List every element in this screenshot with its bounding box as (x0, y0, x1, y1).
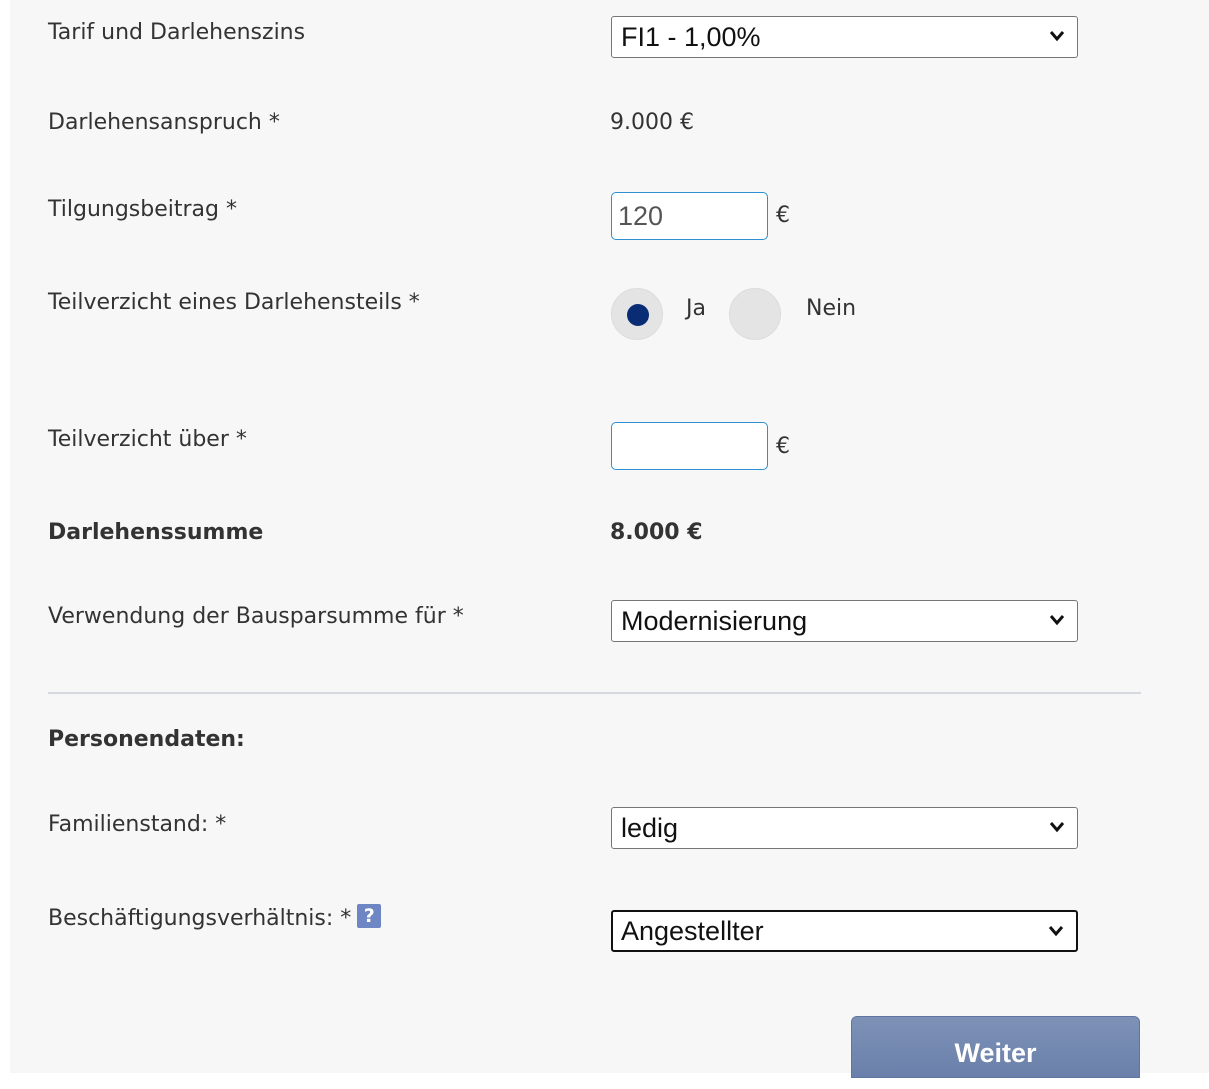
verwendung-label: Verwendung der Bausparsumme für * (48, 604, 464, 629)
teilverzicht-ueber-unit: € (776, 434, 790, 459)
weiter-button[interactable]: Weiter (851, 1016, 1140, 1078)
teilverzicht-nein-label[interactable]: Nein (806, 296, 856, 321)
tilgungsbeitrag-input[interactable]: 120 (611, 192, 768, 240)
tarif-select[interactable]: FI1 - 1,00% (611, 16, 1078, 58)
verwendung-select-value: Modernisierung (621, 606, 808, 636)
chevron-down-icon (1049, 822, 1065, 833)
familienstand-select[interactable]: ledig (611, 807, 1078, 849)
darlehenssumme-value: 8.000 € (610, 520, 703, 545)
personendaten-heading: Personendaten: (48, 727, 245, 752)
teilverzicht-ueber-label: Teilverzicht über * (48, 427, 247, 452)
beschaeftigung-label: Beschäftigungsverhältnis: * (48, 906, 352, 931)
teilverzicht-ueber-input[interactable] (611, 422, 768, 470)
darlehenssumme-label: Darlehenssumme (48, 520, 264, 545)
beschaeftigung-select[interactable]: Angestellter (611, 910, 1078, 952)
beschaeftigung-select-value: Angestellter (621, 916, 764, 946)
beschaeftigung-label-wrap: Beschäftigungsverhältnis: *? (48, 904, 382, 931)
teilverzicht-ja-radio[interactable] (611, 288, 663, 340)
chevron-down-icon (1048, 926, 1064, 937)
teilverzicht-label: Teilverzicht eines Darlehensteils * (48, 290, 420, 315)
chevron-down-icon (1049, 615, 1065, 626)
section-divider (48, 692, 1141, 694)
verwendung-select[interactable]: Modernisierung (611, 600, 1078, 642)
radio-selected-dot (627, 304, 649, 326)
tilgungsbeitrag-input-value: 120 (618, 201, 664, 231)
darlehensanspruch-label: Darlehensanspruch * (48, 110, 280, 135)
tilgungsbeitrag-label: Tilgungsbeitrag * (48, 197, 237, 222)
tilgungsbeitrag-unit: € (776, 203, 790, 228)
darlehensanspruch-value: 9.000 € (610, 110, 694, 135)
help-icon[interactable]: ? (357, 904, 382, 928)
familienstand-label: Familienstand: * (48, 812, 227, 837)
teilverzicht-nein-radio[interactable] (729, 288, 781, 340)
tarif-label: Tarif und Darlehenszins (48, 20, 306, 45)
tarif-select-value: FI1 - 1,00% (621, 22, 761, 52)
teilverzicht-ja-label[interactable]: Ja (686, 296, 706, 321)
chevron-down-icon (1049, 31, 1065, 42)
loan-form-panel: Tarif und Darlehenszins FI1 - 1,00% Darl… (10, 0, 1209, 1078)
familienstand-select-value: ledig (621, 813, 679, 843)
